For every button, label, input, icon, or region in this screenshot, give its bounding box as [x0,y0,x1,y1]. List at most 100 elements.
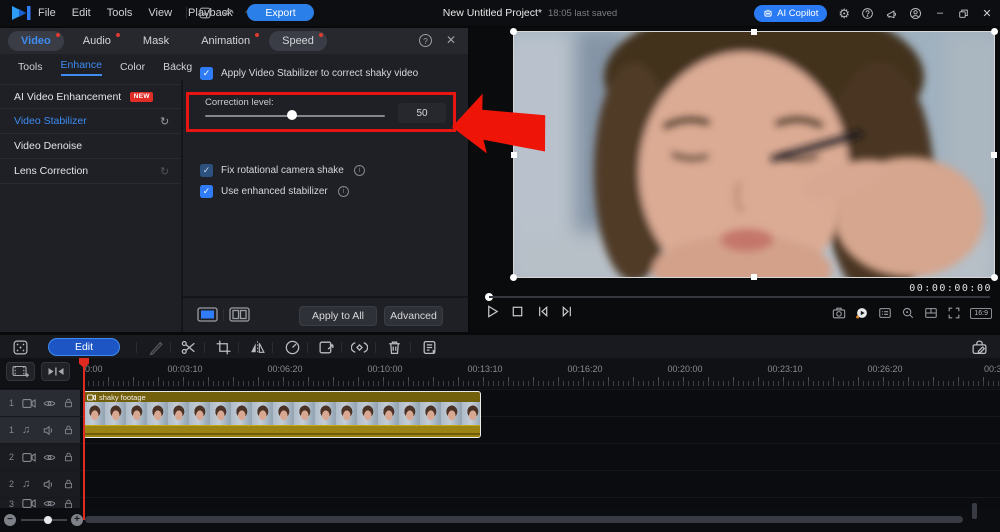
selection-handle[interactable] [991,274,998,281]
save-icon[interactable] [198,6,212,20]
reset-icon[interactable]: ↺ [160,115,169,128]
clip-thumbnail [189,402,210,425]
split-screen-icon[interactable] [924,306,938,320]
video-preview[interactable] [513,31,995,278]
render-preview-icon[interactable] [855,306,869,320]
settings-gear-icon[interactable]: ⚙ [838,7,850,20]
preview-zoom-icon[interactable] [901,306,915,320]
tab-animation[interactable]: Animation [188,31,263,51]
enhanced-stabilizer-checkbox[interactable]: ✓ [200,185,213,198]
speed-gauge-icon[interactable] [284,339,301,356]
track-lock-icon[interactable] [63,478,74,490]
undo-icon[interactable]: ↶ [223,7,234,20]
menu-tools[interactable]: Tools [107,7,133,19]
stop-button[interactable] [510,304,525,319]
render-queue-icon[interactable] [421,339,438,356]
panel-help-icon[interactable]: ? [419,34,432,47]
delete-trash-icon[interactable] [386,339,403,356]
sidebar-item-video-stabilizer[interactable]: Video Stabilizer ↺ [0,109,181,134]
add-media-track-button[interactable] [6,362,35,381]
snap-icon[interactable] [12,339,29,356]
info-icon[interactable]: i [338,186,349,197]
split-view-icon[interactable] [229,307,250,322]
single-view-icon[interactable] [197,307,218,322]
selection-handle[interactable] [510,28,517,35]
crop-icon[interactable] [215,339,232,356]
edit-mode-button[interactable]: Edit [48,338,120,356]
menu-edit[interactable]: Edit [72,7,91,19]
announcement-icon[interactable] [885,7,898,20]
subtab-tools[interactable]: Tools [18,61,43,73]
help-icon[interactable] [861,7,874,20]
apply-stabilizer-checkbox[interactable]: ✓ [200,67,213,80]
clip-thumbnail [105,402,126,425]
aspect-ratio-button[interactable]: 16:9 [970,308,992,319]
previous-frame-button[interactable] [535,304,550,319]
tab-audio[interactable]: Audio [70,31,124,51]
track-lock-icon[interactable] [63,424,74,436]
track-header-audio-1[interactable]: 1 ♫ [0,417,80,443]
track-lock-icon[interactable] [63,397,74,409]
selection-handle[interactable] [991,152,997,158]
ai-copilot-button[interactable]: AI Copilot [754,5,827,22]
tab-speed[interactable]: Speed [269,31,327,51]
sidebar-item-video-denoise[interactable]: Video Denoise [0,134,181,159]
apply-to-all-button[interactable]: Apply to All [299,306,377,326]
timeline-zoom-thumb[interactable] [44,516,52,524]
track-lock-icon[interactable] [63,451,74,463]
split-scissors-icon[interactable] [180,339,197,356]
tab-mask[interactable]: Mask [130,31,182,51]
sidebar-item-ai-video-enhancement[interactable]: AI Video Enhancement NEW [0,84,181,109]
selection-handle[interactable] [751,274,757,280]
menu-view[interactable]: View [148,7,172,19]
next-frame-button[interactable] [560,304,575,319]
timeline-ruler[interactable]: 0:00 00:03:10 00:06:20 00:10:00 00:13:10… [0,358,1000,388]
minimize-button[interactable]: – [933,7,947,19]
playhead[interactable] [83,358,85,520]
notification-dot [56,33,60,37]
menu-file[interactable]: File [38,7,56,19]
selection-handle[interactable] [510,274,517,281]
panel-close-icon[interactable]: ✕ [446,33,456,47]
export-button[interactable]: Export [247,4,314,21]
track-header-video-2[interactable]: 2 [0,444,80,470]
zoom-in-button[interactable]: + [71,514,83,526]
track-mute-speaker-icon[interactable] [43,425,56,436]
fix-rotational-checkbox[interactable]: ✓ [200,164,213,177]
timeline-clip-shaky-footage[interactable]: shaky footage [83,391,481,438]
subtab-enhance[interactable]: Enhance [61,59,102,76]
play-button[interactable] [485,304,500,319]
auto-ripple-button[interactable] [41,362,70,381]
advanced-button[interactable]: Advanced [384,306,443,326]
toolbox-customize-icon[interactable] [971,339,988,356]
seek-bar[interactable] [489,296,990,298]
fullscreen-icon[interactable] [947,306,961,320]
enhanced-stabilizer-row: ✓ Use enhanced stabilizer i [200,185,349,198]
restore-button[interactable] [958,8,969,19]
zoom-out-button[interactable]: − [4,514,16,526]
mirror-flip-icon[interactable] [249,339,266,356]
track-mute-speaker-icon[interactable] [43,479,56,490]
markers-list-icon[interactable] [878,306,892,320]
horizontal-scrollbar[interactable] [85,516,963,523]
title-bar: File Edit Tools View Playback ↶ ↷ Export… [0,0,1000,26]
keyframe-icon[interactable] [351,339,368,356]
export-clip-icon[interactable] [318,339,335,356]
info-icon[interactable]: i [354,165,365,176]
track-visibility-eye-icon[interactable] [43,452,56,463]
track-header-audio-2[interactable]: 2 ♫ [0,471,80,497]
snapshot-camera-icon[interactable] [832,306,846,320]
subtab-color[interactable]: Color [120,61,145,73]
selection-handle[interactable] [511,152,517,158]
selection-handle[interactable] [751,29,757,35]
account-icon[interactable] [909,7,922,20]
draw-pen-icon[interactable] [148,339,165,356]
subtab-scroll-chevron-icon[interactable]: › [172,59,176,71]
vertical-scrollbar[interactable] [972,503,977,519]
track-header-video-1[interactable]: 1 [0,390,80,416]
tab-video[interactable]: Video [8,31,64,51]
selection-handle[interactable] [991,28,998,35]
track-visibility-eye-icon[interactable] [43,398,56,409]
sidebar-item-lens-correction[interactable]: Lens Correction ↺ [0,159,181,184]
close-button[interactable]: ✕ [980,7,994,20]
